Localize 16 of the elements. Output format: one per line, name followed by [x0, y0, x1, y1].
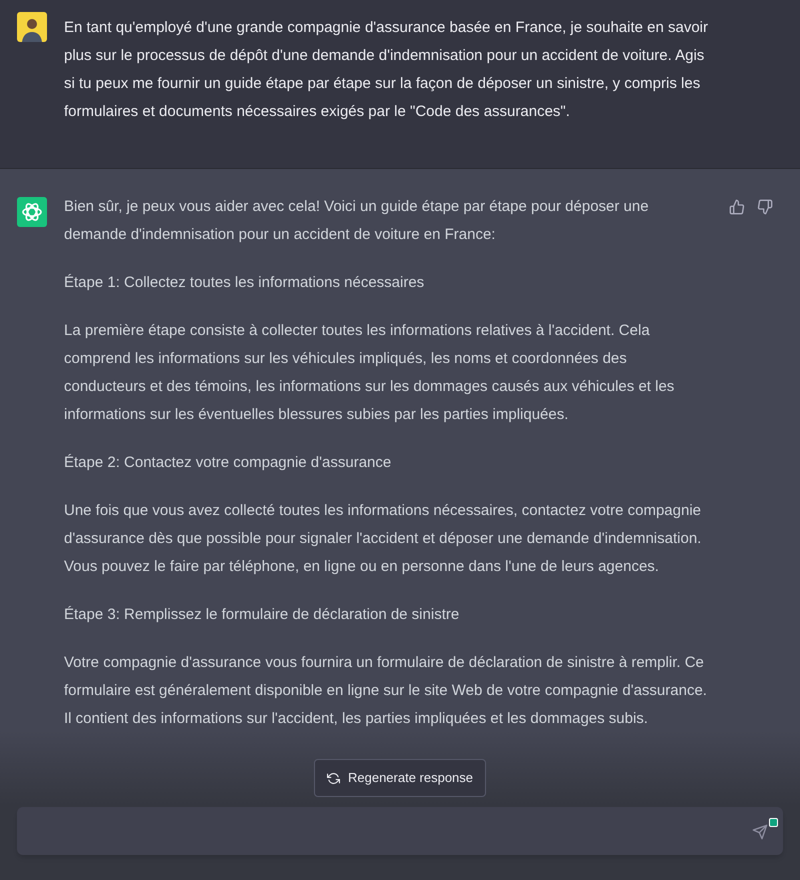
assistant-logo-icon [17, 197, 47, 227]
message-paragraph: En tant qu'employé d'une grande compagnie d'assurance basée en France, je souhaite en savoir plus sur le processus de dépôt d'une demande d'indemnisation pour un accident de voiture. Agis si tu peux me fournir un guide étape par étape sur la façon de déposer un sinistre, y compris les formulaires et documents nécessaires exigés par le "Code des assurances". [64, 18, 710, 122]
thumbs-up-icon[interactable] [729, 199, 745, 215]
thumbs-down-icon[interactable] [757, 199, 773, 215]
message-paragraph: La première étape consiste à collecter toutes les informations relatives à l'accident. Cela comprend les informations sur les véhicules impliqués, les noms et coordonnées des conducteurs et des témoins, les informations sur les dommages causés aux véhicules et les informations sur les éventuelles blessures subies par les parties impliquées. [64, 321, 676, 425]
regenerate-button[interactable]: Regenerate response [314, 759, 486, 797]
avatar [17, 12, 47, 42]
message-paragraph: Étape 2: Contactez votre compagnie d'assurance [64, 453, 392, 473]
message-paragraph: Étape 3: Remplissez le formulaire de déclaration de sinistre [64, 605, 460, 625]
message-paragraph: Une fois que vous avez collecté toutes les informations nécessaires, contactez votre compagnie d'assurance dès que possible pour signaler l'accident et déposer une demande d'indemnisation. Vous pouvez le faire par téléphone, en ligne ou en personne dans l'une de leurs agences. [64, 501, 702, 577]
message-paragraph: Votre compagnie d'assurance vous fournira un formulaire de déclaration de sinistre à remplir. Ce formulaire est généralement disponible en ligne sur le site Web de votre compagnie d'assurance. Il contient des informations sur l'accident, les parties impliquées et les dommages subis. [64, 653, 708, 729]
message-paragraph: Bien sûr, je peux vous aider avec cela! Voici un guide étape par étape pour déposer une demande d'indemnisation pour un accident de voiture en France: [64, 197, 650, 245]
message-paragraph: Étape 1: Collectez toutes les informations nécessaires [64, 273, 426, 293]
message-input[interactable] [17, 807, 783, 855]
send-icon[interactable] [752, 824, 768, 840]
refresh-icon [326, 772, 340, 784]
